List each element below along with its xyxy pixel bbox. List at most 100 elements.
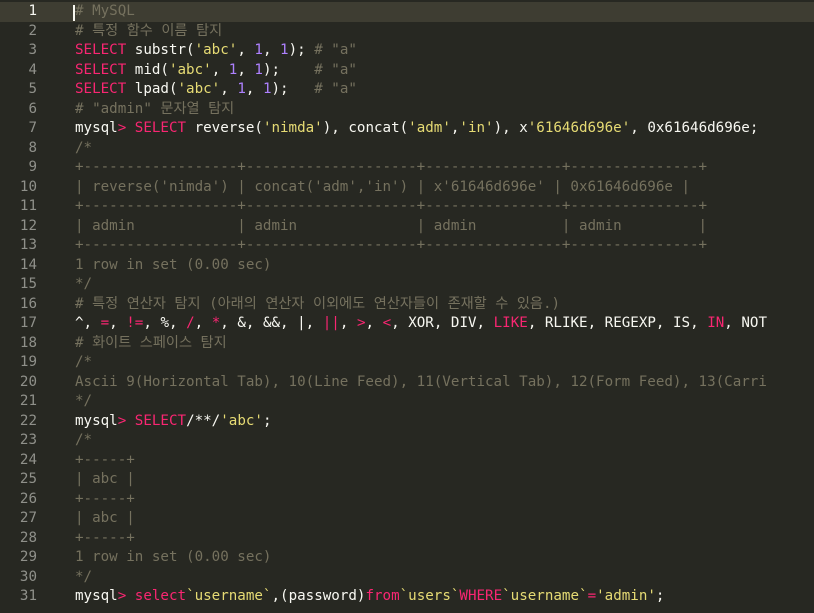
code-line[interactable]: 26 +-----+ — [0, 490, 814, 510]
code-token: mysql — [75, 120, 118, 136]
code-line[interactable]: 4 SELECT mid('abc', 1, 1); # "a" — [0, 61, 814, 81]
line-number: 23 — [19, 432, 37, 448]
code-line[interactable]: 16 # 특정 연산자 탐지 (아래의 연산자 이외에도 연산자들이 존재할 수 … — [0, 295, 814, 315]
code-text: mysql> select`username`,(password)from`u… — [75, 587, 664, 607]
code-token: SELECT — [75, 42, 127, 58]
code-text: 1 row in set (0.00 sec) — [75, 256, 271, 276]
code-line[interactable]: 6 # "admin" 문자열 탐지 — [0, 100, 814, 120]
code-line[interactable]: 7 mysql> SELECT reverse('nimda'), concat(… — [0, 119, 814, 139]
line-number: 27 — [19, 510, 37, 526]
code-token: > SELECT — [117, 412, 187, 429]
code-token: +-----+ — [75, 529, 135, 546]
code-line[interactable]: 3 SELECT substr('abc', 1, 1); # "a" — [0, 41, 814, 61]
code-line[interactable]: 18 # 화이트 스페이스 탐지 — [0, 334, 814, 354]
code-line[interactable]: 2 # 특정 함수 이름 탐지 — [0, 22, 814, 42]
code-text: */ — [75, 275, 92, 295]
code-line[interactable]: 30 */ — [0, 568, 814, 588]
code-token: mysql — [75, 588, 118, 604]
code-line[interactable]: 25 | abc | — [0, 470, 814, 490]
code-text: +-----+ — [75, 451, 135, 471]
code-token: || — [322, 315, 340, 331]
code-text: +-----+ — [75, 490, 135, 510]
code-text: +------------------+--------------------… — [75, 158, 707, 178]
code-line[interactable]: 28 +-----+ — [0, 529, 814, 549]
line-number: 3 — [28, 42, 37, 58]
code-token: +-----+ — [75, 490, 135, 507]
code-token: 1 — [254, 61, 263, 78]
code-text: mysql> SELECT/**/'abc'; — [75, 412, 272, 432]
code-token: # MySQL — [75, 3, 135, 19]
code-token: ^, — [75, 315, 101, 331]
code-token: 1 — [262, 81, 272, 97]
code-area[interactable]: 1 # MySQL 2 # 특정 함수 이름 탐지 3 SELECT substr('ab… — [0, 0, 814, 613]
code-line[interactable]: 11 +------------------+------------------… — [0, 197, 814, 217]
line-number: 8 — [28, 139, 37, 156]
code-line[interactable]: 23 /* — [0, 431, 814, 451]
code-token: , XOR, DIV, — [391, 315, 494, 331]
code-token: | abc | — [75, 471, 135, 487]
line-number: 25 — [19, 471, 37, 487]
code-line[interactable]: 14 1 row in set (0.00 sec) — [0, 256, 814, 276]
code-token: */ — [75, 393, 93, 409]
line-number: 14 — [19, 256, 37, 273]
code-line[interactable]: 1 # MySQL — [0, 2, 814, 22]
code-token: , — [365, 315, 383, 331]
code-token: > SELECT — [117, 120, 187, 136]
code-line[interactable]: 17 ^, =, !=, %, /, *, &, &&, |, ||, >, <,… — [0, 314, 814, 334]
code-token: +------------------+--------------------… — [75, 237, 708, 253]
code-token: substr( — [126, 42, 195, 58]
code-text: | reverse('nimda') | concat('adm','in') … — [75, 178, 690, 198]
code-token: ), x — [493, 120, 528, 136]
code-line[interactable]: 20 Ascii 9(Horizontal Tab), 10(Line Feed)… — [0, 373, 814, 393]
code-line[interactable]: 21 */ — [0, 392, 814, 412]
line-number: 13 — [19, 237, 37, 253]
code-token: from — [365, 588, 400, 604]
code-line[interactable]: 19 /* — [0, 353, 814, 373]
code-token: LIKE — [493, 315, 528, 331]
code-text: +------------------+--------------------… — [75, 197, 707, 217]
code-editor[interactable]: 1 # MySQL 2 # 특정 함수 이름 탐지 3 SELECT substr('ab… — [0, 0, 814, 613]
code-line[interactable]: 22 mysql> SELECT/**/'abc'; — [0, 412, 814, 432]
code-text: SELECT mid('abc', 1, 1); # "a" — [75, 61, 357, 81]
code-token: mid( — [126, 61, 169, 78]
code-text: +------------------+--------------------… — [75, 236, 707, 256]
code-line[interactable]: 27 | abc | — [0, 509, 814, 529]
code-token: > select — [117, 588, 187, 604]
code-token: 1 row in set (0.00 sec) — [75, 256, 272, 273]
code-token: ,(password) — [271, 588, 366, 604]
code-line[interactable]: 29 1 row in set (0.00 sec) — [0, 548, 814, 568]
line-number: 16 — [19, 295, 37, 312]
code-token: != — [126, 315, 144, 331]
code-token: +------------------+--------------------… — [75, 198, 708, 214]
code-token: `username` — [502, 588, 588, 604]
code-line[interactable]: 31 mysql> select`username`,(password)from… — [0, 587, 814, 607]
code-text: 1 row in set (0.00 sec) — [75, 548, 271, 568]
code-token: , NOT — [724, 315, 767, 331]
code-text: # 특정 함수 이름 탐지 — [75, 22, 222, 42]
code-token: 1 — [254, 42, 263, 58]
code-token: , — [262, 42, 281, 58]
code-token: 'abc' — [177, 81, 221, 97]
code-token: WHERE — [459, 588, 503, 604]
code-token: SELECT — [75, 81, 127, 97]
code-line[interactable]: 12 | admin | admin | admin | admin | — [0, 217, 814, 237]
code-line[interactable]: 15 */ — [0, 275, 814, 295]
code-line[interactable]: 5 SELECT lpad('abc', 1, 1); # "a" — [0, 80, 814, 100]
code-text: # "admin" 문자열 탐지 — [75, 100, 234, 120]
code-line[interactable]: 10 | reverse('nimda') | concat('adm','in'… — [0, 178, 814, 198]
line-number: 9 — [28, 159, 37, 175]
code-line[interactable]: 24 +-----+ — [0, 451, 814, 471]
code-token: # 특정 함수 이름 탐지 — [75, 22, 223, 39]
code-line[interactable]: 9 +------------------+-------------------… — [0, 158, 814, 178]
code-token: < — [382, 315, 392, 331]
code-line[interactable]: 13 +------------------+------------------… — [0, 236, 814, 256]
line-number: 19 — [19, 354, 37, 370]
code-token: 'admin' — [596, 588, 656, 604]
code-token: 'in' — [459, 120, 494, 136]
line-number: 15 — [19, 276, 37, 292]
code-token: */ — [75, 568, 93, 585]
code-token: 1 — [280, 42, 289, 58]
code-line[interactable]: 8 /* — [0, 139, 814, 159]
line-number: 12 — [19, 217, 37, 234]
code-token: ); — [288, 42, 315, 58]
